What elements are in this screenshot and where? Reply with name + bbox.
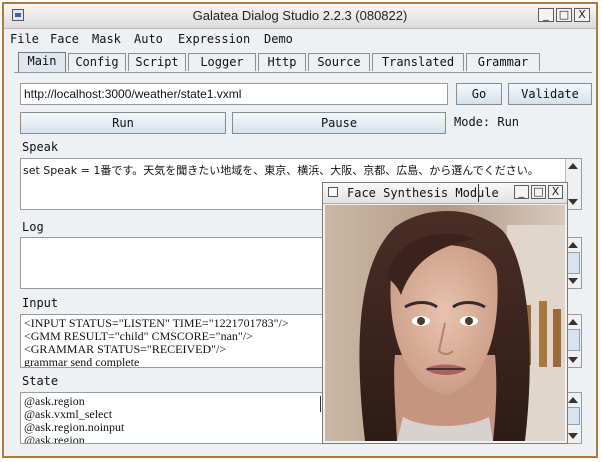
tab-translated[interactable]: Translated xyxy=(372,53,464,71)
minimize-button[interactable]: _ xyxy=(538,8,554,22)
mode-status: Mode: Run xyxy=(454,115,520,129)
menu-demo[interactable]: Demo xyxy=(264,32,293,46)
scroll-thumb[interactable] xyxy=(567,252,580,274)
tab-divider xyxy=(14,72,592,73)
scroll-down-arrow-icon[interactable] xyxy=(568,433,578,439)
face-close-button[interactable]: X xyxy=(548,185,563,199)
run-button[interactable]: Run xyxy=(20,112,226,134)
scroll-up-arrow-icon[interactable] xyxy=(568,319,578,325)
state-line: @ask.region xyxy=(24,433,85,444)
pause-button[interactable]: Pause xyxy=(232,112,446,134)
scroll-up-arrow-icon[interactable] xyxy=(568,397,578,403)
url-field[interactable]: http://localhost:3000/weather/state1.vxm… xyxy=(20,83,448,105)
close-button[interactable]: X xyxy=(574,8,590,22)
face-window-title-bar[interactable]: Face Synthesis Module _ □ X xyxy=(323,183,567,204)
menu-mask[interactable]: Mask xyxy=(92,32,121,46)
menu-bar: File Face Mask Auto Expression Demo xyxy=(4,29,596,49)
input-label: Input xyxy=(22,296,59,310)
menu-expression[interactable]: Expression xyxy=(178,32,250,46)
face-minimize-button[interactable]: _ xyxy=(514,185,529,199)
synthesized-face-image xyxy=(325,205,565,441)
go-button[interactable]: Go xyxy=(456,83,502,105)
scroll-down-arrow-icon[interactable] xyxy=(568,278,578,284)
input-line: grammar send complete xyxy=(24,355,140,368)
scroll-thumb[interactable] xyxy=(567,329,580,351)
scroll-up-arrow-icon[interactable] xyxy=(568,163,578,169)
face-maximize-button[interactable]: □ xyxy=(531,185,546,199)
title-bar[interactable]: Galatea Dialog Studio 2.2.3 (080822) _ □… xyxy=(4,4,596,29)
app-window: Galatea Dialog Studio 2.2.3 (080822) _ □… xyxy=(2,2,598,458)
tab-source[interactable]: Source xyxy=(308,53,370,71)
speak-label: Speak xyxy=(22,140,59,154)
scroll-down-arrow-icon[interactable] xyxy=(568,357,578,363)
tab-grammar[interactable]: Grammar xyxy=(466,53,540,71)
speak-text: set Speak = 1番です。天気を聞きたい地域を、東京、横浜、大阪、京都、… xyxy=(23,164,539,177)
menu-auto[interactable]: Auto xyxy=(134,32,163,46)
menu-face[interactable]: Face xyxy=(50,32,79,46)
text-cursor xyxy=(478,184,479,202)
face-window-title: Face Synthesis Module xyxy=(347,186,499,200)
tab-script[interactable]: Script xyxy=(128,53,186,71)
scroll-up-arrow-icon[interactable] xyxy=(568,242,578,248)
tab-http[interactable]: Http xyxy=(258,53,306,71)
menu-file[interactable]: File xyxy=(10,32,39,46)
tab-config[interactable]: Config xyxy=(68,53,126,71)
tab-main[interactable]: Main xyxy=(18,52,66,72)
scroll-down-arrow-icon[interactable] xyxy=(568,199,578,205)
state-lines: @ask.region @ask.vxml_select @ask.region… xyxy=(24,395,124,444)
tab-logger[interactable]: Logger xyxy=(188,53,256,71)
input-lines: <INPUT STATUS="LISTEN" TIME="1221701783"… xyxy=(24,317,289,368)
face-synthesis-window[interactable]: Face Synthesis Module _ □ X xyxy=(322,182,568,444)
text-cursor xyxy=(320,396,321,412)
state-label: State xyxy=(22,374,59,388)
maximize-button[interactable]: □ xyxy=(556,8,572,22)
log-label: Log xyxy=(22,220,44,234)
validate-button[interactable]: Validate xyxy=(508,83,592,105)
window-title: Galatea Dialog Studio 2.2.3 (080822) xyxy=(192,8,408,23)
scroll-thumb[interactable] xyxy=(567,407,580,425)
window-menu-icon[interactable] xyxy=(328,187,338,197)
